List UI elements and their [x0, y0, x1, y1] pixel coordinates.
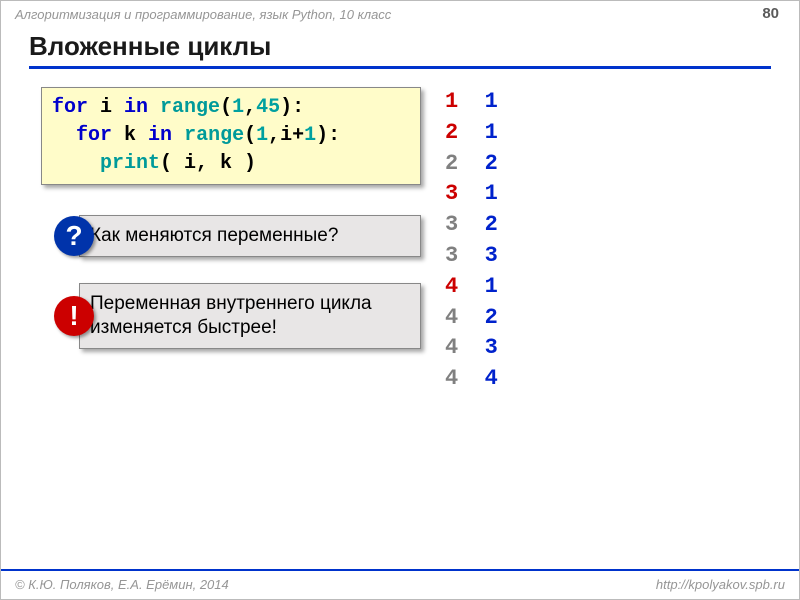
- code-text: [52, 152, 100, 175]
- code-num: 45: [256, 96, 280, 119]
- output-k: 2: [485, 305, 498, 330]
- code-fn: range: [172, 124, 244, 147]
- question-badge-icon: ?: [54, 216, 94, 256]
- output-i: 4: [445, 305, 458, 330]
- output-k: 1: [485, 274, 498, 299]
- output-k: 1: [485, 181, 498, 206]
- output-i: 4: [445, 366, 458, 391]
- footer: © К.Ю. Поляков, Е.А. Ерёмин, 2014 http:/…: [1, 569, 799, 599]
- code-num: 1: [304, 124, 316, 147]
- code-text: ,i+: [268, 124, 304, 147]
- slide: Алгоритмизация и программирование, язык …: [0, 0, 800, 600]
- code-kw: for: [76, 124, 112, 147]
- output-i: 3: [445, 243, 458, 268]
- output-block: 1 12 12 23 13 23 34 14 24 34 4: [445, 87, 498, 395]
- output-row: 4 4: [445, 364, 498, 395]
- code-text: i: [88, 96, 124, 119]
- breadcrumb-text: Алгоритмизация и программирование, язык …: [15, 7, 391, 22]
- code-kw: in: [124, 96, 148, 119]
- code-text: ( i, k ): [160, 152, 256, 175]
- code-kw: for: [52, 96, 88, 119]
- output-k: 1: [485, 89, 498, 114]
- output-i: 4: [445, 274, 458, 299]
- copyright: © К.Ю. Поляков, Е.А. Ерёмин, 2014: [15, 577, 229, 592]
- code-block: for i in range(1,45): for k in range(1,i…: [41, 87, 421, 185]
- output-k: 3: [485, 243, 498, 268]
- code-text: (: [220, 96, 232, 119]
- exclaim-badge-icon: !: [54, 296, 94, 336]
- output-row: 1 1: [445, 87, 498, 118]
- question-text: Как меняются переменные?: [90, 225, 338, 246]
- output-row: 3 2: [445, 210, 498, 241]
- output-i: 2: [445, 120, 458, 145]
- output-row: 4 2: [445, 303, 498, 334]
- page-title: Вложенные циклы: [29, 31, 771, 69]
- page-number: 80: [762, 5, 779, 22]
- question-callout: ? Как меняются переменные?: [79, 215, 421, 257]
- code-text: (: [244, 124, 256, 147]
- output-row: 2 1: [445, 118, 498, 149]
- output-k: 4: [485, 366, 498, 391]
- output-row: 3 1: [445, 179, 498, 210]
- output-i: 3: [445, 181, 458, 206]
- code-fn: range: [148, 96, 220, 119]
- output-row: 2 2: [445, 149, 498, 180]
- code-text: ,: [244, 96, 256, 119]
- output-k: 1: [485, 120, 498, 145]
- code-num: 1: [256, 124, 268, 147]
- breadcrumb: Алгоритмизация и программирование, язык …: [1, 1, 799, 27]
- output-i: 1: [445, 89, 458, 114]
- output-row: 3 3: [445, 241, 498, 272]
- exclaim-callout: ! Переменная внутреннего цикла изменяетс…: [79, 283, 421, 349]
- output-k: 3: [485, 335, 498, 360]
- output-k: 2: [485, 212, 498, 237]
- output-i: 3: [445, 212, 458, 237]
- code-text: ):: [280, 96, 304, 119]
- output-i: 2: [445, 151, 458, 176]
- output-i: 4: [445, 335, 458, 360]
- code-fn: print: [100, 152, 160, 175]
- output-k: 2: [485, 151, 498, 176]
- exclaim-text: Переменная внутреннего цикла изменяется …: [90, 293, 372, 338]
- output-row: 4 1: [445, 272, 498, 303]
- code-text: k: [112, 124, 148, 147]
- code-kw: in: [148, 124, 172, 147]
- code-text: ):: [316, 124, 340, 147]
- code-text: [52, 124, 76, 147]
- footer-link: http://kpolyakov.spb.ru: [656, 577, 785, 592]
- code-num: 1: [232, 96, 244, 119]
- output-row: 4 3: [445, 333, 498, 364]
